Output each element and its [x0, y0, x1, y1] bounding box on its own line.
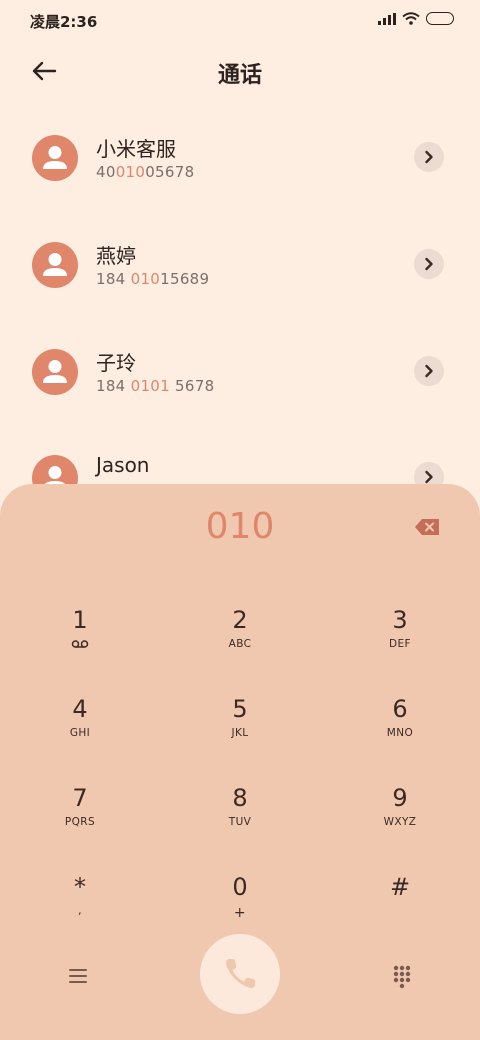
dialpad-toggle-button[interactable] [386, 960, 418, 992]
key-digit: 6 [392, 695, 408, 723]
chevron-right-icon [425, 364, 433, 378]
dial-key-5[interactable]: 5 JKL [160, 685, 320, 765]
status-icons [378, 12, 454, 25]
wifi-icon [402, 12, 420, 25]
key-letters: TUV [228, 816, 252, 828]
key-digit: 7 [72, 784, 88, 812]
key-digit: # [389, 873, 411, 901]
key-letters: DEF [389, 638, 411, 650]
avatar [32, 135, 78, 181]
backspace-button[interactable] [413, 517, 441, 537]
person-icon [43, 360, 67, 383]
avatar [32, 349, 78, 395]
key-digit: 1 [72, 606, 88, 634]
dial-key-3[interactable]: 3 DEF [320, 596, 480, 676]
key-letters: PQRS [64, 816, 96, 828]
contact-number: 4001005678 [96, 163, 195, 181]
dial-input-display: 010 [205, 506, 275, 547]
key-digit: 0 [232, 873, 248, 901]
contact-name: 子玲 [96, 351, 136, 375]
contact-detail-button[interactable] [414, 356, 444, 386]
dialer-panel: 010 1 2 ABC 3 DEF 4 GHI 5 JKL 6 MNO 7 PQ… [0, 484, 480, 1040]
contact-item-ziling[interactable]: 子玲 184 0101 5678 [0, 319, 480, 419]
key-letters: MNO [386, 727, 414, 739]
voicemail-icon [71, 640, 89, 648]
contact-name: 燕婷 [96, 244, 136, 268]
contact-number: 184 0101 5678 [96, 377, 215, 395]
phone-icon [225, 959, 255, 989]
contact-item-xiaomi-service[interactable]: 小米客服 4001005678 [0, 105, 480, 205]
dial-key-hash[interactable]: # [320, 863, 480, 943]
dial-key-0[interactable]: 0 + [160, 863, 320, 943]
app-header: 通话 [0, 42, 480, 102]
avatar [32, 242, 78, 288]
contact-detail-button[interactable] [414, 142, 444, 172]
page-title: 通话 [217, 63, 262, 88]
dial-key-4[interactable]: 4 GHI [0, 685, 160, 765]
person-icon [43, 253, 67, 276]
contact-name: Jason [96, 453, 150, 477]
key-letters: WXYZ [383, 816, 417, 828]
contact-number: 184 01015689 [96, 270, 210, 288]
status-bar: 凌晨2:36 [0, 0, 480, 42]
contact-name: 小米客服 [96, 137, 176, 161]
person-icon [43, 146, 67, 169]
number-match: 010 [115, 163, 146, 181]
backspace-icon [415, 519, 439, 535]
contact-item-yanting[interactable]: 燕婷 184 01015689 [0, 212, 480, 312]
dial-key-1[interactable]: 1 [0, 596, 160, 676]
number-match: 0101 [130, 377, 170, 395]
status-time: 凌晨2:36 [30, 13, 98, 31]
key-digit: 2 [232, 606, 248, 634]
dial-key-star[interactable]: * , [0, 863, 160, 943]
dial-key-8[interactable]: 8 TUV [160, 774, 320, 854]
dial-key-7[interactable]: 7 PQRS [0, 774, 160, 854]
chevron-right-icon [425, 150, 433, 164]
call-button[interactable] [200, 934, 280, 1014]
key-letters: , [78, 905, 82, 917]
key-digit: 4 [72, 695, 88, 723]
signal-icon [378, 12, 396, 25]
dial-key-2[interactable]: 2 ABC [160, 596, 320, 676]
dial-key-9[interactable]: 9 WXYZ [320, 774, 480, 854]
key-digit: 5 [232, 695, 248, 723]
chevron-right-icon [425, 257, 433, 271]
key-letters: + [233, 905, 247, 921]
key-letters: JKL [231, 727, 249, 739]
key-digit: 3 [392, 606, 408, 634]
key-letters: ABC [228, 638, 252, 650]
number-match: 010 [130, 270, 161, 288]
battery-icon [426, 12, 454, 25]
key-digit: * [74, 873, 86, 901]
menu-button[interactable] [62, 960, 94, 992]
key-digit: 9 [392, 784, 408, 812]
menu-icon [69, 969, 87, 983]
dialpad-icon [393, 965, 411, 989]
contact-detail-button[interactable] [414, 249, 444, 279]
dial-key-6[interactable]: 6 MNO [320, 685, 480, 765]
key-letters: GHI [69, 727, 91, 739]
key-digit: 8 [232, 784, 248, 812]
